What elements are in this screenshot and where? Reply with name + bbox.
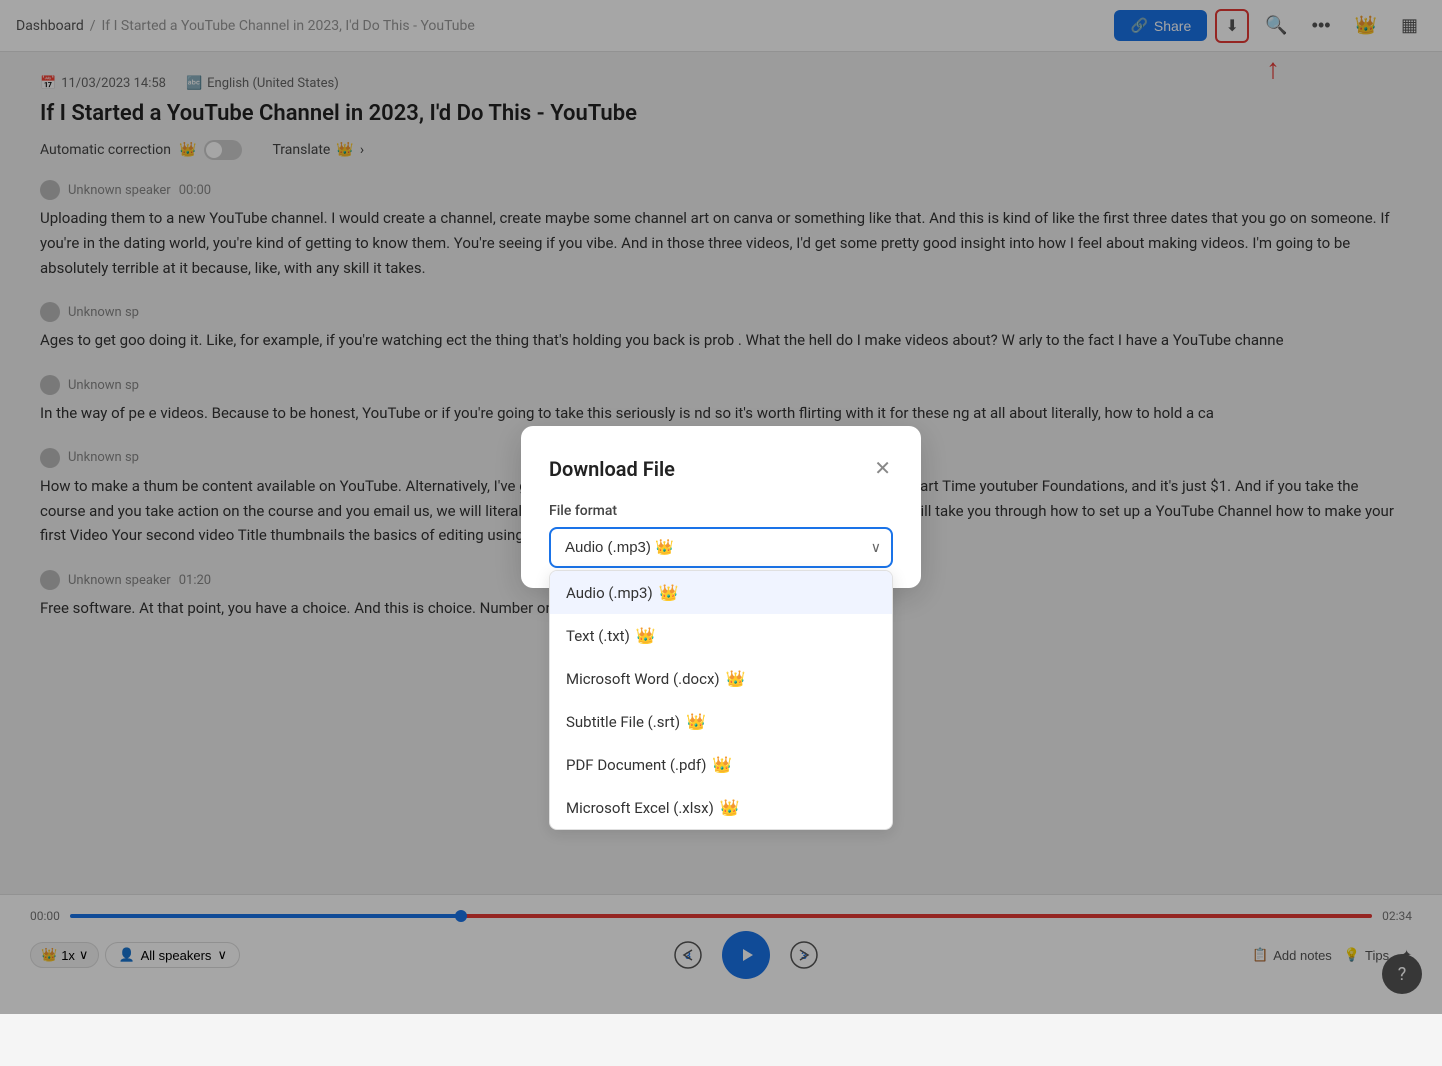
format-select[interactable]: Audio (.mp3) 👑 xyxy=(549,527,893,568)
option-label-2: Microsoft Word (.docx) xyxy=(566,670,720,688)
modal-title: Download File xyxy=(549,457,675,481)
option-label-3: Subtitle File (.srt) xyxy=(566,713,680,731)
dropdown-list: Audio (.mp3) 👑 Text (.txt) 👑 Microsoft W… xyxy=(549,570,893,830)
format-select-wrapper: Audio (.mp3) 👑 ∨ Audio (.mp3) 👑 Text (.t… xyxy=(549,527,893,568)
option-crown-5: 👑 xyxy=(720,798,740,817)
modal-header: Download File ✕ xyxy=(549,454,893,483)
dropdown-item-1[interactable]: Text (.txt) 👑 xyxy=(550,614,892,657)
option-crown-3: 👑 xyxy=(686,712,706,731)
modal-overlay[interactable]: Download File ✕ File format Audio (.mp3)… xyxy=(0,0,1442,1014)
download-modal: Download File ✕ File format Audio (.mp3)… xyxy=(521,426,921,588)
option-crown-1: 👑 xyxy=(636,626,656,645)
dropdown-item-5[interactable]: Microsoft Excel (.xlsx) 👑 xyxy=(550,786,892,829)
modal-field-label: File format xyxy=(549,503,893,519)
option-crown-4: 👑 xyxy=(712,755,732,774)
option-label-0: Audio (.mp3) xyxy=(566,584,653,602)
dropdown-item-2[interactable]: Microsoft Word (.docx) 👑 xyxy=(550,657,892,700)
option-crown-2: 👑 xyxy=(726,669,746,688)
dropdown-item-3[interactable]: Subtitle File (.srt) 👑 xyxy=(550,700,892,743)
modal-close-button[interactable]: ✕ xyxy=(872,454,893,483)
dropdown-item-0[interactable]: Audio (.mp3) 👑 xyxy=(550,571,892,614)
option-label-4: PDF Document (.pdf) xyxy=(566,756,706,774)
option-label-1: Text (.txt) xyxy=(566,627,630,645)
option-label-5: Microsoft Excel (.xlsx) xyxy=(566,799,714,817)
dropdown-item-4[interactable]: PDF Document (.pdf) 👑 xyxy=(550,743,892,786)
option-crown-0: 👑 xyxy=(659,583,679,602)
